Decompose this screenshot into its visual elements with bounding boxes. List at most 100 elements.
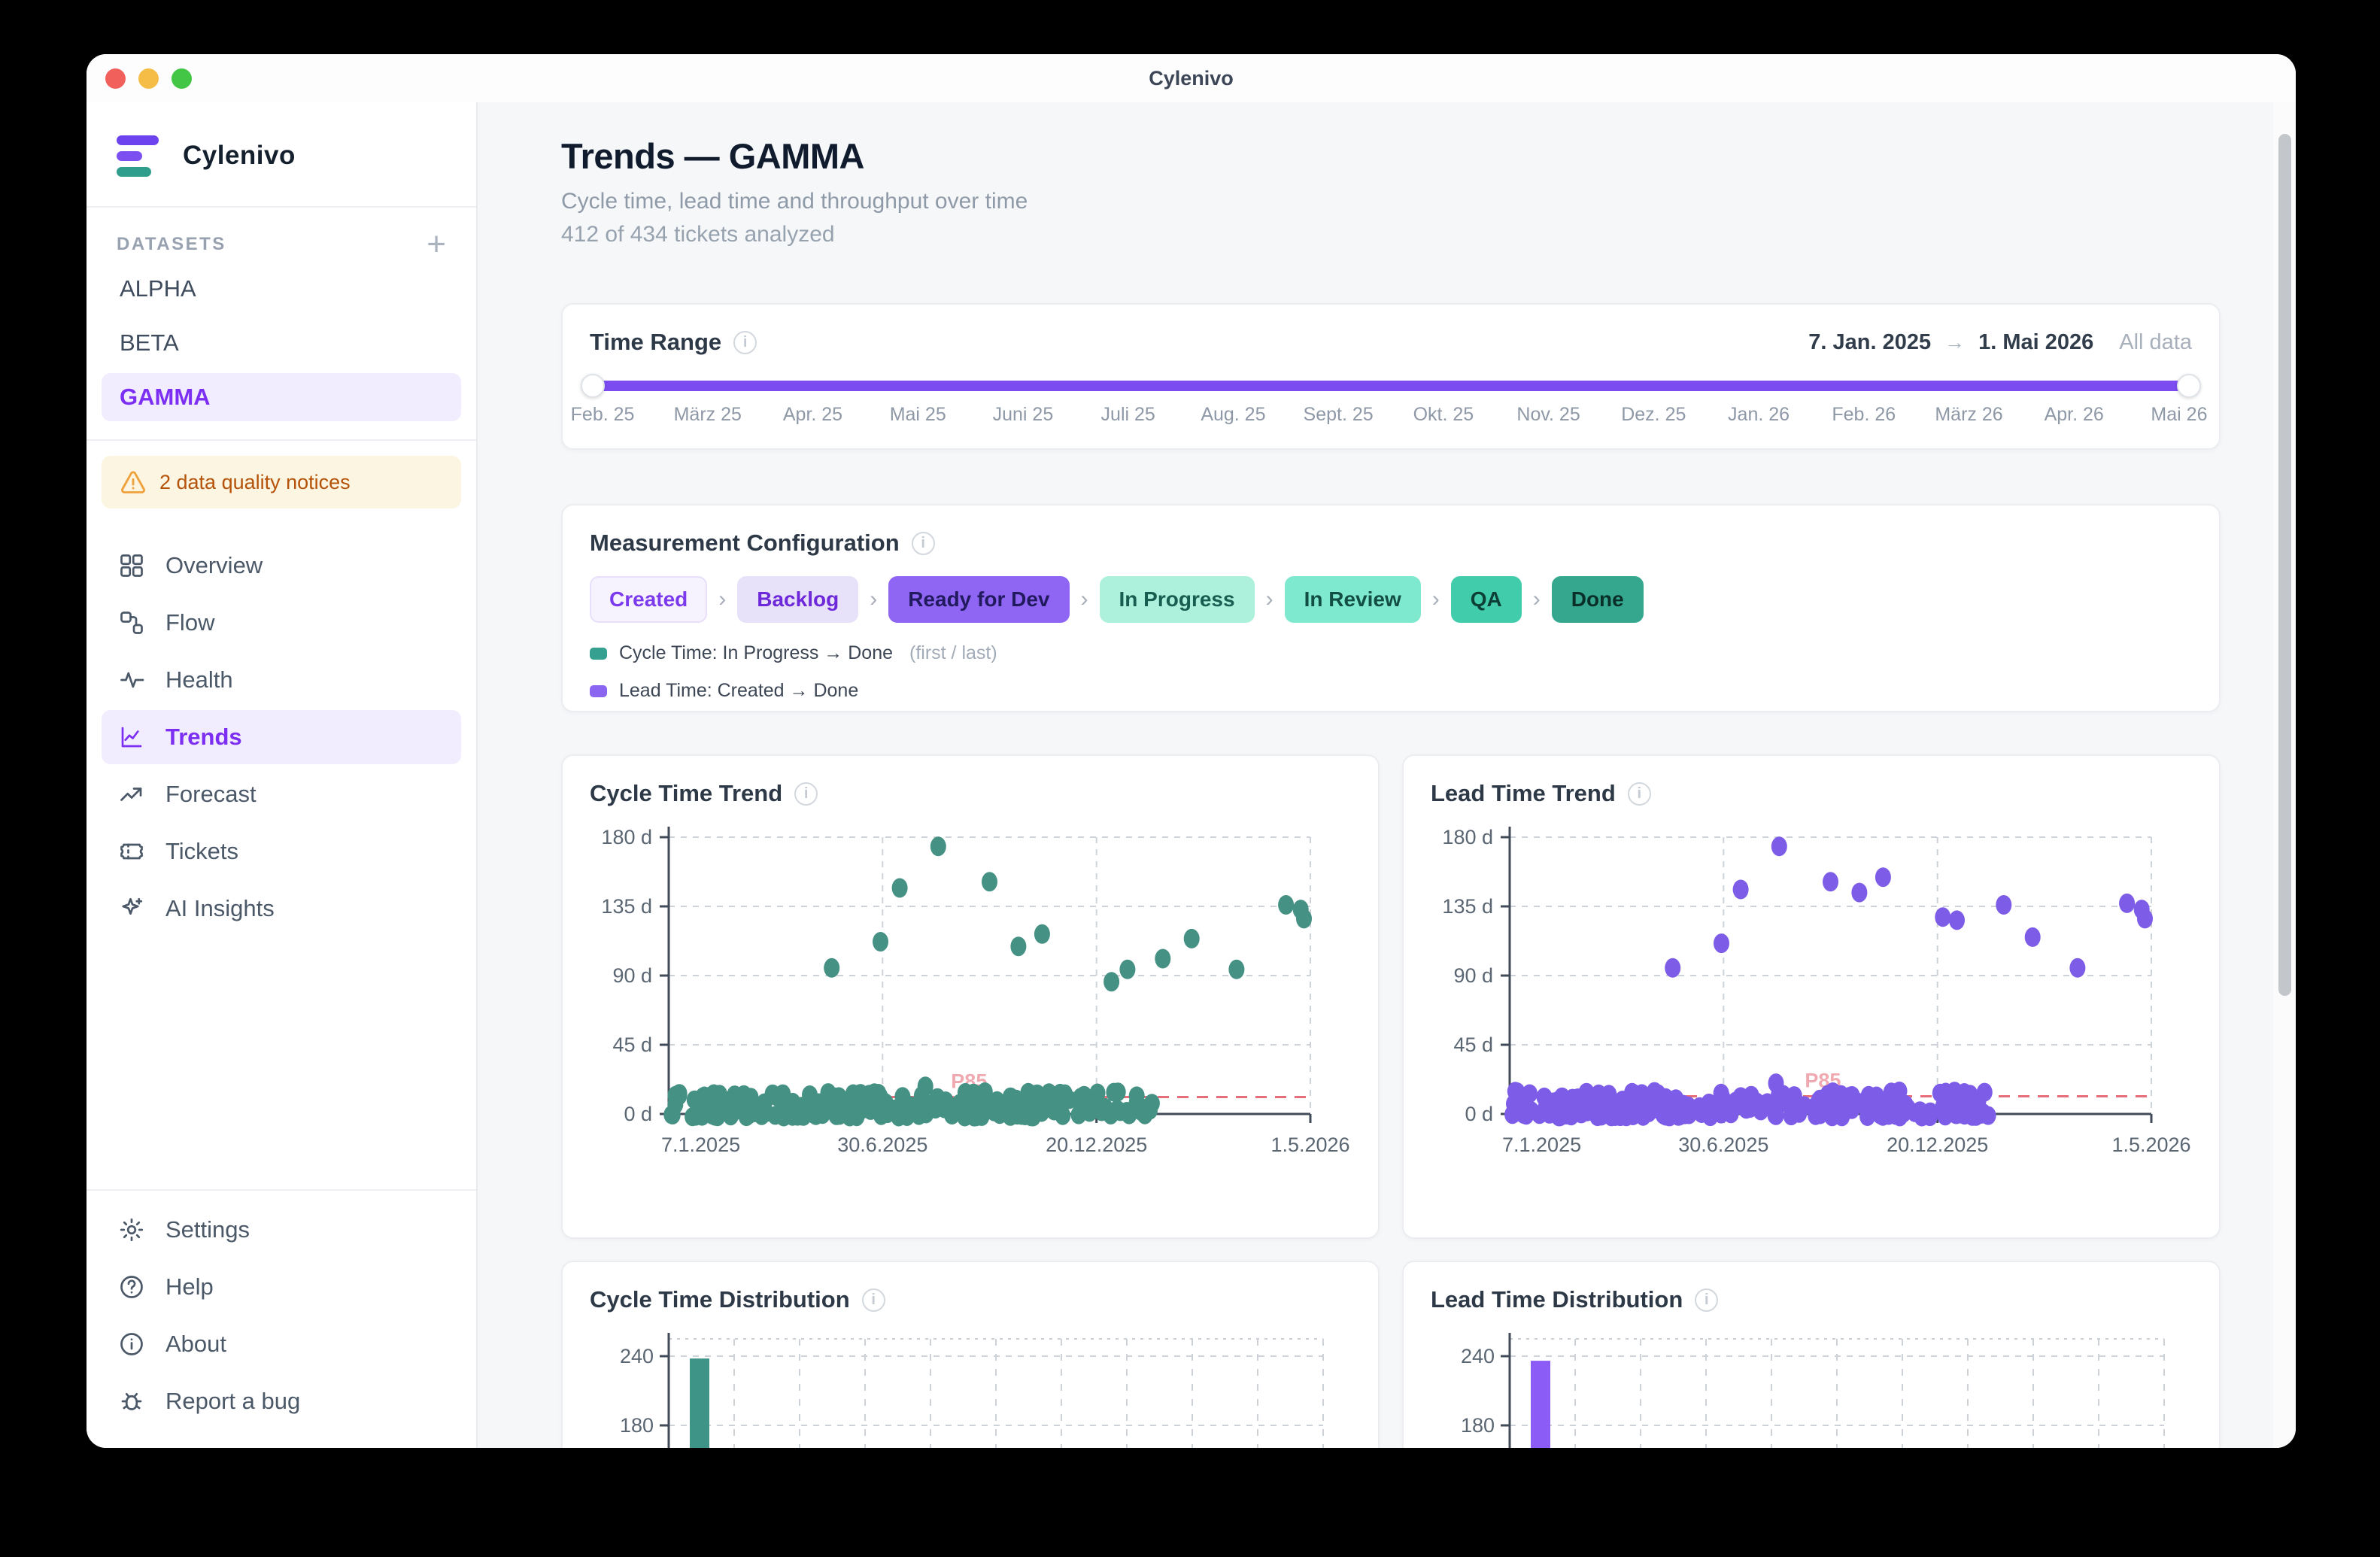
sidebar-footer-nav: SettingsHelpAboutReport a bug [87,1203,476,1428]
chevron-right-icon: › [1081,587,1088,612]
slider-tick-label: Okt. 25 [1413,404,1474,426]
sidebar-item-ai-insights[interactable]: AI Insights [102,882,461,936]
flow-icon [118,609,145,636]
window-close-button[interactable] [105,68,126,89]
sidebar-item-tickets[interactable]: Tickets [102,824,461,879]
window-titlebar: Cylenivo [87,54,2296,102]
forecast-icon [118,781,145,808]
warning-icon [120,469,147,496]
stage-pill-created[interactable]: Created [590,576,707,623]
info-icon[interactable]: i [733,331,757,354]
info-icon[interactable]: i [1695,1288,1718,1312]
slider-tick-label: Mai 26 [2151,404,2207,426]
slider-tick-label: Aug. 25 [1201,404,1265,426]
time-range-title: Time Range [590,329,721,356]
info-icon[interactable]: i [862,1288,885,1312]
sidebar-item-trends[interactable]: Trends [102,710,461,764]
svg-text:45 d: 45 d [1453,1033,1493,1056]
stage-pill-in-progress[interactable]: In Progress [1100,576,1255,623]
slider-tick-labels: Feb. 25März 25Apr. 25Mai 25Juni 25Juli 2… [590,404,2192,434]
cycle-time-distribution-chart: 240180 [590,1325,1351,1448]
lead-time-distribution-title: Lead Time Distribution [1431,1286,1683,1313]
page-title: Trends — GAMMA [561,135,2221,177]
legend-swatch [590,648,607,660]
slider-tick-label: Nov. 25 [1516,404,1580,426]
sidebar-dataset-alpha[interactable]: ALPHA [102,265,461,313]
slider-tick-label: Sept. 25 [1304,404,1374,426]
sidebar-item-report-a-bug[interactable]: Report a bug [102,1374,461,1428]
lead-time-distribution-card: Lead Time Distribution i 240180 [1402,1261,2221,1448]
sidebar-item-settings[interactable]: Settings [102,1203,461,1257]
info-icon[interactable]: i [794,782,818,806]
slider-track[interactable] [590,381,2192,391]
svg-text:7.1.2025: 7.1.2025 [661,1134,740,1156]
legend-row: Lead Time: Created → Done [590,680,2192,702]
health-icon [118,666,145,694]
window-title: Cylenivo [1149,67,1234,90]
sidebar: Cylenivo DATASETS + ALPHA BETA GAMMA 2 dat… [87,102,478,1448]
overview-icon [118,552,145,579]
bug-icon [118,1388,145,1415]
window-zoom-button[interactable] [172,68,192,89]
sidebar-item-forecast[interactable]: Forecast [102,767,461,821]
sidebar-dataset-gamma[interactable]: GAMMA [102,373,461,421]
settings-icon [118,1216,145,1243]
measurement-legend: Cycle Time: In Progress → Done(first / l… [590,642,2192,702]
chevron-right-icon: › [1533,587,1541,612]
svg-text:180: 180 [620,1414,654,1437]
slider-handle-end[interactable] [2177,374,2201,398]
page-subtitle: Cycle time, lead time and throughput ove… [561,189,2221,214]
sidebar-item-flow[interactable]: Flow [102,596,461,650]
measurement-configuration-card: Measurement Configuration i Created › Back… [561,504,2221,712]
stage-pill-qa[interactable]: QA [1451,576,1522,623]
all-data-button[interactable]: All data [2119,330,2192,355]
stage-pill-ready-for-dev[interactable]: Ready for Dev [888,576,1069,623]
window-minimize-button[interactable] [138,68,159,89]
sidebar-item-help[interactable]: Help [102,1260,461,1314]
svg-text:135 d: 135 d [601,895,652,918]
sidebar-item-overview[interactable]: Overview [102,539,461,593]
info-icon[interactable]: i [912,532,935,555]
scrollbar-thumb[interactable] [2278,134,2291,996]
data-quality-notice[interactable]: 2 data quality notices [102,456,461,508]
sidebar-item-about[interactable]: About [102,1317,461,1371]
slider-tick-label: März 25 [674,404,742,426]
stage-pill-done[interactable]: Done [1552,576,1644,623]
cycle-time-trend-chart: P850 d45 d90 d135 d180 d7.1.202530.6.202… [590,819,1351,1214]
add-dataset-button[interactable]: + [427,233,446,256]
stage-pill-in-review[interactable]: In Review [1285,576,1421,623]
sidebar-item-health[interactable]: Health [102,653,461,707]
slider-tick-label: Apr. 25 [783,404,842,426]
sidebar-dataset-beta[interactable]: BETA [102,319,461,367]
time-range-start: 7. Jan. 2025 [1808,330,1931,355]
cycle-time-distribution-title: Cycle Time Distribution [590,1286,850,1313]
brand-name: Cylenivo [183,141,296,171]
brand: Cylenivo [87,102,476,208]
sidebar-footer-divider [87,1189,476,1191]
trend-charts-row: Cycle Time Trend i P850 d45 d90 d135 d18… [561,754,2221,1239]
main-content: Trends — GAMMA Cycle time, lead time and… [478,102,2296,1448]
data-quality-notice-label: 2 data quality notices [159,471,351,494]
slider-tick-label: Dez. 25 [1621,404,1686,426]
tickets-analyzed-meta: 412 of 434 tickets analyzed [561,222,2221,247]
stage-pill-backlog[interactable]: Backlog [737,576,858,623]
dataset-list: ALPHA BETA GAMMA [87,259,476,421]
sidebar-item-label: AI Insights [165,895,275,922]
cycle-time-trend-card: Cycle Time Trend i P850 d45 d90 d135 d18… [561,754,1380,1239]
chevron-right-icon: › [1432,587,1440,612]
time-range-end: 1. Mai 2026 [1978,330,2093,355]
measurement-configuration-title: Measurement Configuration [590,530,900,557]
slider-tick-label: Feb. 25 [571,404,635,426]
lead-time-trend-card: Lead Time Trend i P850 d45 d90 d135 d180… [1402,754,2221,1239]
info-icon[interactable]: i [1628,782,1651,806]
legend-swatch [590,685,607,697]
sidebar-item-label: Flow [165,609,214,636]
slider-handle-start[interactable] [581,374,605,398]
ai-icon [118,895,145,922]
datasets-section-label: DATASETS [117,234,226,255]
svg-text:30.6.2025: 30.6.2025 [837,1134,927,1156]
svg-text:20.12.2025: 20.12.2025 [1887,1134,1988,1156]
svg-text:180 d: 180 d [601,826,652,848]
time-range-slider[interactable] [590,374,2192,398]
sidebar-item-label: Health [165,666,233,694]
